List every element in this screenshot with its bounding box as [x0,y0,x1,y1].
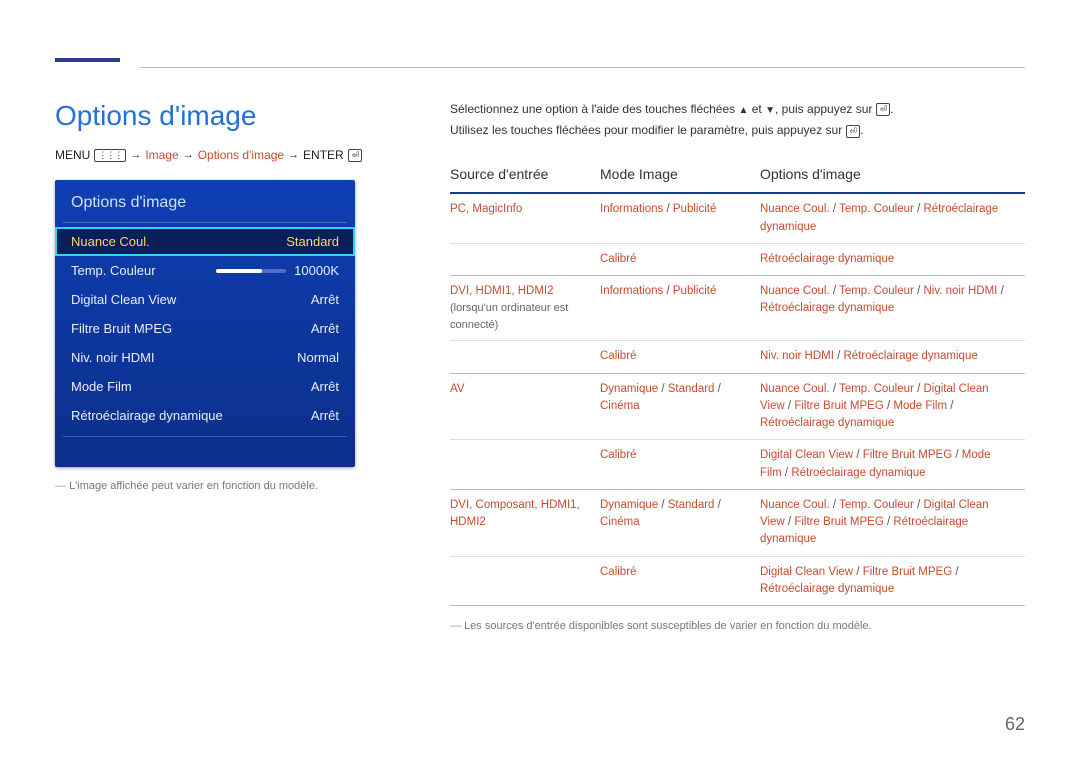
cell-source [450,556,600,606]
table-row: CalibréRétroéclairage dynamique [450,243,1025,275]
osd-row-label: Mode Film [71,379,132,394]
osd-row-label: Niv. noir HDMI [71,350,155,365]
osd-row[interactable]: Filtre Bruit MPEG Arrêt [55,314,355,343]
cell-mode: Informations / Publicité [600,193,760,243]
cell-source [450,440,600,490]
cell-options: Nuance Coul. / Temp. Couleur / Niv. noir… [760,276,1025,341]
osd-row-value: Arrêt [311,292,339,307]
menu-icon [94,149,126,162]
cell-source [450,341,600,373]
cell-options: Nuance Coul. / Temp. Couleur / Rétroécla… [760,193,1025,243]
page-number: 62 [1005,714,1025,735]
instruction-line-2: Utilisez les touches fléchées pour modif… [450,121,1025,140]
arrow-icon: → [183,149,194,161]
table-row: CalibréDigital Clean View / Filtre Bruit… [450,440,1025,490]
cell-mode: Dynamique / Standard / Cinéma [600,489,760,556]
breadcrumb: MENU → Image → Options d'image → ENTER [55,148,362,162]
osd-row[interactable]: Temp. Couleur 10000K [55,256,355,285]
top-divider [140,67,1025,68]
cell-options: Digital Clean View / Filtre Bruit MPEG /… [760,556,1025,606]
osd-row-label: Rétroéclairage dynamique [71,408,223,423]
header-mode: Mode Image [600,158,760,193]
osd-note: L'image affichée peut varier en fonction… [55,480,318,492]
table-footnote: Les sources d'entrée disponibles sont su… [450,620,1025,632]
cell-options: Rétroéclairage dynamique [760,243,1025,275]
cell-options: Nuance Coul. / Temp. Couleur / Digital C… [760,489,1025,556]
osd-row[interactable]: Niv. noir HDMI Normal [55,343,355,372]
osd-divider [63,222,347,223]
accent-bar [55,58,120,62]
cell-mode: Dynamique / Standard / Cinéma [600,373,760,440]
osd-row[interactable]: Rétroéclairage dynamique Arrêt [55,401,355,430]
cell-source: AV [450,373,600,440]
table-row: DVI, Composant, HDMI1, HDMI2Dynamique / … [450,489,1025,556]
cell-mode: Calibré [600,243,760,275]
osd-slider[interactable] [216,269,286,273]
cell-options: Nuance Coul. / Temp. Couleur / Digital C… [760,373,1025,440]
osd-row-value: 10000K [294,263,339,278]
enter-icon [876,103,891,116]
table-row: AVDynamique / Standard / CinémaNuance Co… [450,373,1025,440]
cell-source: DVI, HDMI1, HDMI2(lorsqu'un ordinateur e… [450,276,600,341]
breadcrumb-enter-label: ENTER [303,148,344,162]
osd-title: Options d'image [55,180,355,222]
header-source: Source d'entrée [450,158,600,193]
table-row: DVI, HDMI1, HDMI2(lorsqu'un ordinateur e… [450,276,1025,341]
table-row: CalibréNiv. noir HDMI / Rétroéclairage d… [450,341,1025,373]
osd-row-value: Arrêt [311,379,339,394]
cell-mode: Informations / Publicité [600,276,760,341]
osd-panel: Options d'image Nuance Coul. Standard Temp… [55,180,355,467]
osd-row-label: Nuance Coul. [71,234,150,249]
cell-options: Niv. noir HDMI / Rétroéclairage dynamiqu… [760,341,1025,373]
osd-row-value: Normal [297,350,339,365]
header-options: Options d'image [760,158,1025,193]
osd-row-value: Arrêt [311,321,339,336]
down-arrow-icon [765,102,775,116]
breadcrumb-image: Image [145,148,178,162]
page-title: Options d'image [55,100,256,132]
up-arrow-icon [739,102,749,116]
options-table: Source d'entrée Mode Image Options d'ima… [450,158,1025,606]
osd-row[interactable]: Mode Film Arrêt [55,372,355,401]
osd-row[interactable]: Digital Clean View Arrêt [55,285,355,314]
table-row: PC, MagicInfoInformations / PublicitéNua… [450,193,1025,243]
cell-mode: Calibré [600,440,760,490]
cell-mode: Calibré [600,556,760,606]
cell-source [450,243,600,275]
osd-row-label: Digital Clean View [71,292,176,307]
osd-divider [63,436,347,437]
cell-source: DVI, Composant, HDMI1, HDMI2 [450,489,600,556]
enter-icon [348,149,363,162]
breadcrumb-options: Options d'image [198,148,284,162]
osd-row-value: Arrêt [311,408,339,423]
cell-mode: Calibré [600,341,760,373]
cell-source: PC, MagicInfo [450,193,600,243]
table-row: CalibréDigital Clean View / Filtre Bruit… [450,556,1025,606]
osd-row-label: Filtre Bruit MPEG [71,321,172,336]
arrow-icon: → [288,149,299,161]
osd-row-value: Standard [286,234,339,249]
osd-row[interactable]: Nuance Coul. Standard [55,227,355,256]
breadcrumb-menu-label: MENU [55,148,90,162]
cell-options: Digital Clean View / Filtre Bruit MPEG /… [760,440,1025,490]
arrow-icon: → [130,149,141,161]
enter-icon [846,125,861,138]
instruction-line-1: Sélectionnez une option à l'aide des tou… [450,100,1025,119]
osd-row-label: Temp. Couleur [71,263,156,278]
